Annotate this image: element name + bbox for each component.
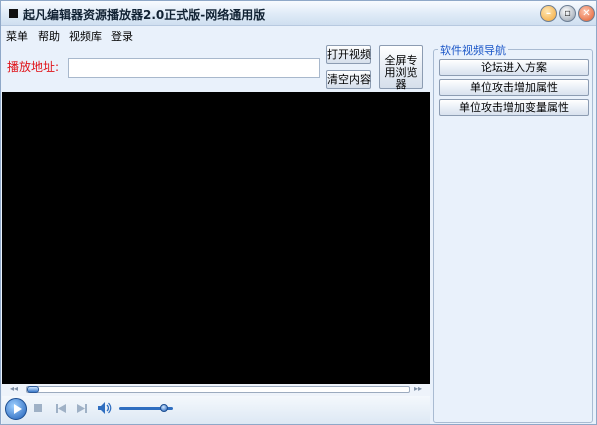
- minimize-button[interactable]: –: [540, 5, 557, 22]
- menu-item-login[interactable]: 登录: [111, 28, 133, 44]
- address-label: 播放地址:: [7, 60, 60, 74]
- nav-button-unit-attack-variable-attribute[interactable]: 单位攻击增加变量属性: [439, 99, 589, 116]
- title-bar: 起凡编辑器资源播放器2.0正式版-网络通用版 – ▫ ✕: [1, 1, 596, 26]
- maximize-button[interactable]: ▫: [559, 5, 576, 22]
- video-nav-title: 软件视频导航: [438, 42, 508, 58]
- maximize-icon: ▫: [564, 8, 571, 19]
- open-video-button[interactable]: 打开视频: [326, 45, 371, 64]
- seek-bar-row: ◂◂ ▸▸: [2, 384, 430, 396]
- player-controls: [2, 396, 430, 424]
- stop-icon[interactable]: [34, 404, 42, 412]
- menu-item-menu[interactable]: 菜单: [6, 28, 28, 44]
- video-display[interactable]: [2, 92, 430, 384]
- play-button[interactable]: [5, 398, 27, 420]
- close-button[interactable]: ✕: [578, 5, 595, 22]
- close-icon: ✕: [582, 8, 591, 19]
- play-icon: [14, 404, 22, 414]
- app-icon: [9, 9, 18, 18]
- volume-icon[interactable]: [98, 402, 112, 414]
- window-title: 起凡编辑器资源播放器2.0正式版-网络通用版: [23, 8, 266, 22]
- nav-button-forum-entry[interactable]: 论坛进入方案: [439, 59, 589, 76]
- seek-forward-icon[interactable]: ▸▸: [414, 384, 422, 393]
- menu-item-video-library[interactable]: 视频库: [69, 28, 102, 44]
- clear-content-button[interactable]: 清空内容: [326, 70, 371, 89]
- minimize-icon: –: [546, 8, 551, 19]
- menu-item-help[interactable]: 帮助: [38, 28, 60, 44]
- fullscreen-browser-button[interactable]: 全屏专用浏览器: [379, 45, 423, 91]
- address-input[interactable]: [68, 58, 320, 78]
- volume-thumb[interactable]: [160, 404, 168, 412]
- volume-slider[interactable]: [119, 404, 173, 412]
- seek-thumb[interactable]: [27, 386, 39, 393]
- app-window: 起凡编辑器资源播放器2.0正式版-网络通用版 – ▫ ✕ 菜单 帮助 视频库 登…: [0, 0, 597, 425]
- seek-back-icon[interactable]: ◂◂: [10, 384, 18, 393]
- previous-icon[interactable]: [56, 404, 66, 413]
- nav-button-unit-attack-attribute[interactable]: 单位攻击增加属性: [439, 79, 589, 96]
- next-icon[interactable]: [77, 404, 87, 413]
- seek-slider[interactable]: [26, 386, 410, 393]
